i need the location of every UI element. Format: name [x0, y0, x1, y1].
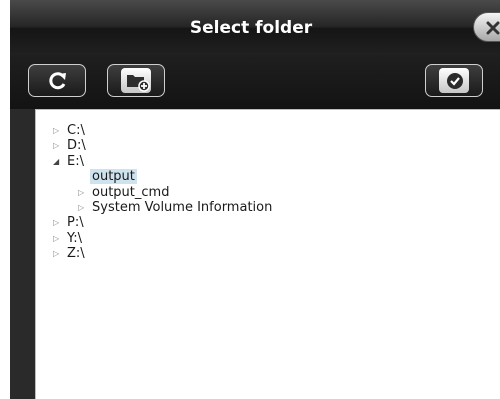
close-button[interactable] — [473, 12, 500, 42]
tree-node-e[interactable]: ◢ E:\ — [36, 154, 274, 169]
tree-node-system-volume-information[interactable]: ▷ System Volume Information — [36, 200, 274, 215]
new-folder-icon — [127, 75, 150, 92]
tree-node-label: output_cmd — [92, 184, 170, 200]
checkmark-icon — [447, 73, 463, 89]
expand-arrow-icon[interactable]: ▷ — [53, 246, 65, 261]
folder-tree: ▷C:\ ▷D:\ ◢E:\ ▷output ▷output_cmd ▷Syst… — [36, 123, 274, 262]
tree-node-output[interactable]: ▷output — [36, 169, 274, 185]
dialog-title: Select folder — [189, 18, 313, 38]
expand-arrow-icon[interactable]: ▷ — [78, 200, 90, 215]
select-folder-dialog: Select folder ▷ C:\ ▷ D:\ ◢ E:\ output ▷… — [10, 0, 500, 399]
collapse-arrow-icon[interactable]: ◢ — [53, 154, 65, 169]
tree-node-c[interactable]: ▷ C:\ — [36, 123, 274, 138]
tree-node-label: Z:\ — [67, 246, 85, 262]
close-icon — [486, 21, 500, 35]
expand-arrow-icon[interactable]: ▷ — [53, 231, 65, 246]
toolbar — [10, 55, 500, 109]
expand-arrow-icon[interactable]: ▷ — [53, 138, 65, 153]
refresh-icon — [49, 72, 66, 90]
tree-node-label: P:\ — [67, 215, 84, 231]
expand-arrow-icon[interactable]: ▷ — [78, 185, 90, 200]
tree-node-label: E:\ — [67, 153, 84, 169]
tree-node-label: Y:\ — [67, 230, 82, 246]
tree-node-label: C:\ — [67, 123, 85, 138]
tree-node-label: System Volume Information — [92, 199, 273, 215]
tree-node-output-cmd[interactable]: ▷ output_cmd — [36, 185, 274, 200]
expand-arrow-icon[interactable]: ▷ — [53, 215, 65, 230]
folder-tree-panel[interactable]: ▷C:\ ▷D:\ ◢E:\ ▷output ▷output_cmd ▷Syst… — [35, 109, 500, 399]
confirm-button[interactable] — [425, 64, 483, 97]
tree-node-y[interactable]: ▷ Y:\ — [36, 231, 274, 246]
tree-node-label: D:\ — [67, 138, 86, 154]
tree-node-z[interactable]: ▷ Z:\ — [36, 246, 274, 261]
tree-node-label: output — [90, 169, 137, 185]
title-bar: Select folder — [10, 0, 500, 56]
tree-node-p[interactable]: ▷ P:\ — [36, 215, 274, 230]
new-folder-button[interactable] — [107, 64, 165, 97]
tree-node-d[interactable]: ▷ D:\ — [36, 138, 274, 153]
expand-arrow-icon[interactable]: ▷ — [53, 123, 65, 138]
refresh-button[interactable] — [28, 64, 86, 97]
